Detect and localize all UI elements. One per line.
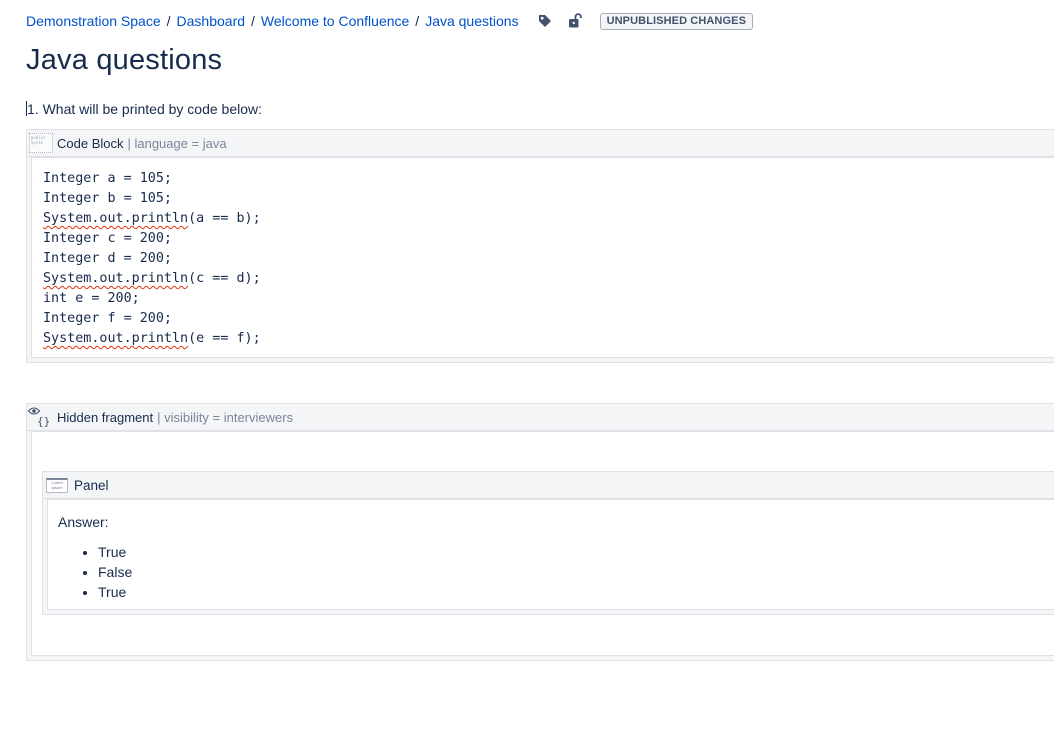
code-block-header[interactable]: public Syste Code Block | language = jav… bbox=[27, 130, 1054, 157]
code-block-body[interactable]: Integer a = 105; Integer b = 105; System.o… bbox=[31, 157, 1054, 358]
question-label: 1. What will be printed by code below: bbox=[27, 101, 263, 117]
confluence-editor-page: Demonstration Space / Dashboard / Welcom… bbox=[0, 0, 1054, 745]
spellcheck-error[interactable]: System.out.println bbox=[43, 271, 188, 286]
panel-macro[interactable]: Lorem Ipsum Panel Answer: True False Tru… bbox=[42, 471, 1054, 615]
breadcrumb-separator: / bbox=[166, 13, 171, 29]
question-text[interactable]: 1. What will be printed by code below: bbox=[26, 99, 262, 119]
answer-label[interactable]: Answer: bbox=[58, 512, 109, 532]
spellcheck-error[interactable]: System.out.println bbox=[43, 211, 188, 226]
breadcrumb-separator: / bbox=[251, 13, 255, 29]
panel-header[interactable]: Lorem Ipsum Panel bbox=[43, 472, 1054, 499]
code-block-macro[interactable]: public Syste Code Block | language = jav… bbox=[26, 129, 1054, 363]
breadcrumb-dashboard[interactable]: Dashboard bbox=[177, 11, 246, 31]
code-line[interactable]: System.out.println(e == f); bbox=[43, 329, 1054, 349]
hidden-fragment-body[interactable]: Lorem Ipsum Panel Answer: True False Tru… bbox=[31, 431, 1054, 656]
eye-icon: {} bbox=[27, 405, 53, 429]
breadcrumb-current-page[interactable]: Java questions bbox=[425, 11, 518, 31]
panel-title: Panel bbox=[74, 477, 109, 493]
code-line[interactable]: Integer b = 105; bbox=[43, 189, 1054, 209]
hidden-fragment-macro[interactable]: {} Hidden fragment | visibility = interv… bbox=[26, 403, 1054, 661]
breadcrumb-separator: / bbox=[415, 13, 420, 29]
code-line[interactable]: System.out.println(c == d); bbox=[43, 269, 1054, 289]
spellcheck-error[interactable]: System.out.println bbox=[43, 331, 188, 346]
code-lines: Integer a = 105; Integer b = 105; System.o… bbox=[32, 158, 1054, 349]
panel-body[interactable]: Answer: True False True bbox=[47, 499, 1054, 610]
code-line[interactable]: Integer f = 200; bbox=[43, 309, 1054, 329]
code-block-language-param: | language = java bbox=[127, 135, 227, 151]
answer-list: True False True bbox=[58, 542, 132, 602]
code-line[interactable]: Integer a = 105; bbox=[43, 169, 1054, 189]
code-block-title: Code Block bbox=[57, 135, 124, 151]
list-item[interactable]: False bbox=[98, 562, 132, 582]
hidden-fragment-title: Hidden fragment bbox=[57, 409, 154, 425]
unlocked-icon[interactable] bbox=[567, 13, 583, 29]
code-line[interactable]: int e = 200; bbox=[43, 289, 1054, 309]
list-item[interactable]: True bbox=[98, 582, 132, 602]
unpublished-changes-badge[interactable]: UNPUBLISHED CHANGES bbox=[599, 12, 754, 30]
code-block-icon: public Syste bbox=[29, 133, 53, 153]
breadcrumb: Demonstration Space / Dashboard / Welcom… bbox=[26, 11, 754, 31]
list-item[interactable]: True bbox=[98, 542, 132, 562]
hidden-fragment-header[interactable]: {} Hidden fragment | visibility = interv… bbox=[27, 404, 1054, 431]
code-line[interactable]: System.out.println(a == b); bbox=[43, 209, 1054, 229]
tag-icon[interactable] bbox=[537, 13, 553, 29]
hidden-fragment-brace-label: {} bbox=[37, 415, 50, 428]
panel-icon: Lorem Ipsum bbox=[46, 477, 68, 493]
hidden-fragment-visibility-param: | visibility = interviewers bbox=[157, 409, 294, 425]
breadcrumb-space[interactable]: Demonstration Space bbox=[26, 11, 161, 31]
breadcrumb-welcome[interactable]: Welcome to Confluence bbox=[261, 11, 409, 31]
page-title[interactable]: Java questions bbox=[26, 42, 222, 78]
code-line[interactable]: Integer d = 200; bbox=[43, 249, 1054, 269]
code-line[interactable]: Integer c = 200; bbox=[43, 229, 1054, 249]
